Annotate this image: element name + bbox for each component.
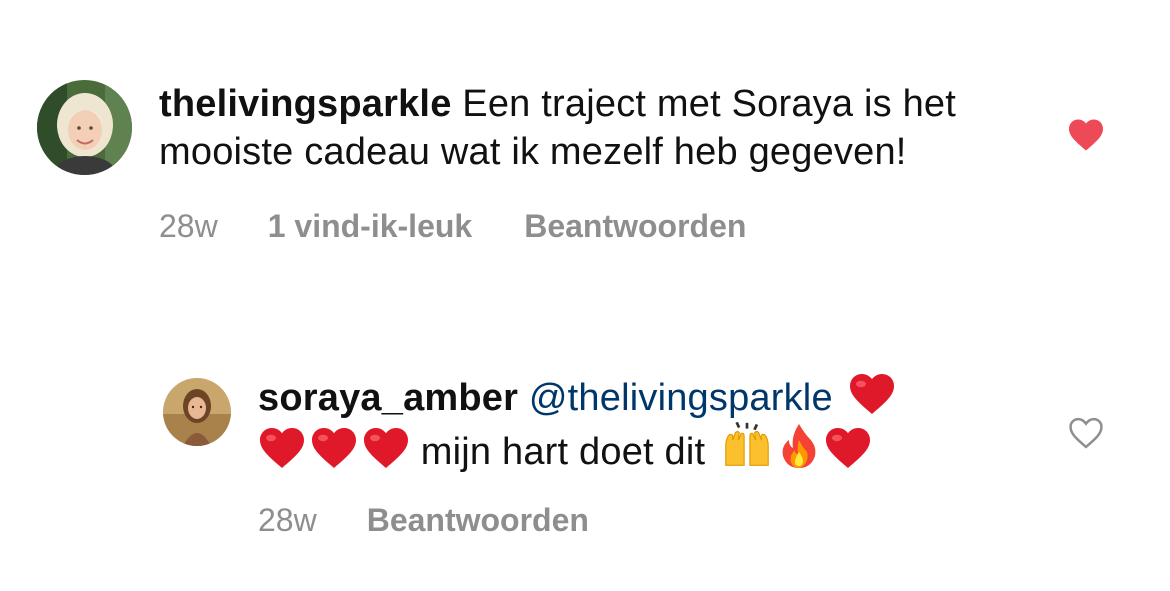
reply-button[interactable]: Beantwoorden bbox=[524, 208, 746, 245]
red-heart-icon bbox=[310, 426, 358, 470]
comment-text: soraya_amber @thelivingsparkle mijn hart… bbox=[258, 372, 978, 476]
avatar[interactable] bbox=[163, 378, 231, 446]
comment-username[interactable]: soraya_amber bbox=[258, 377, 518, 419]
like-heart-icon[interactable] bbox=[1067, 118, 1105, 157]
raising-hands-icon bbox=[720, 422, 774, 470]
comment-time[interactable]: 28w bbox=[159, 208, 218, 245]
red-heart-icon bbox=[362, 426, 410, 470]
like-count[interactable]: 1 vind-ik-leuk bbox=[268, 208, 473, 245]
comment-message: mijn hart doet dit bbox=[420, 431, 706, 473]
reply-button[interactable]: Beantwoorden bbox=[367, 502, 589, 539]
comment-time[interactable]: 28w bbox=[258, 502, 317, 539]
fire-icon bbox=[778, 422, 820, 470]
like-heart-outline-icon[interactable] bbox=[1067, 416, 1105, 455]
red-heart-icon bbox=[824, 426, 872, 470]
comment-text: thelivingsparkle Een traject met Soraya … bbox=[159, 80, 989, 176]
avatar[interactable] bbox=[37, 80, 132, 175]
comment-meta: 28w Beantwoorden bbox=[258, 502, 978, 539]
comment-username[interactable]: thelivingsparkle bbox=[159, 83, 452, 125]
red-heart-icon bbox=[848, 372, 896, 416]
mention-link[interactable]: @thelivingsparkle bbox=[529, 377, 833, 419]
comment-meta: 28w 1 vind-ik-leuk Beantwoorden bbox=[159, 208, 989, 245]
red-heart-icon bbox=[258, 426, 306, 470]
